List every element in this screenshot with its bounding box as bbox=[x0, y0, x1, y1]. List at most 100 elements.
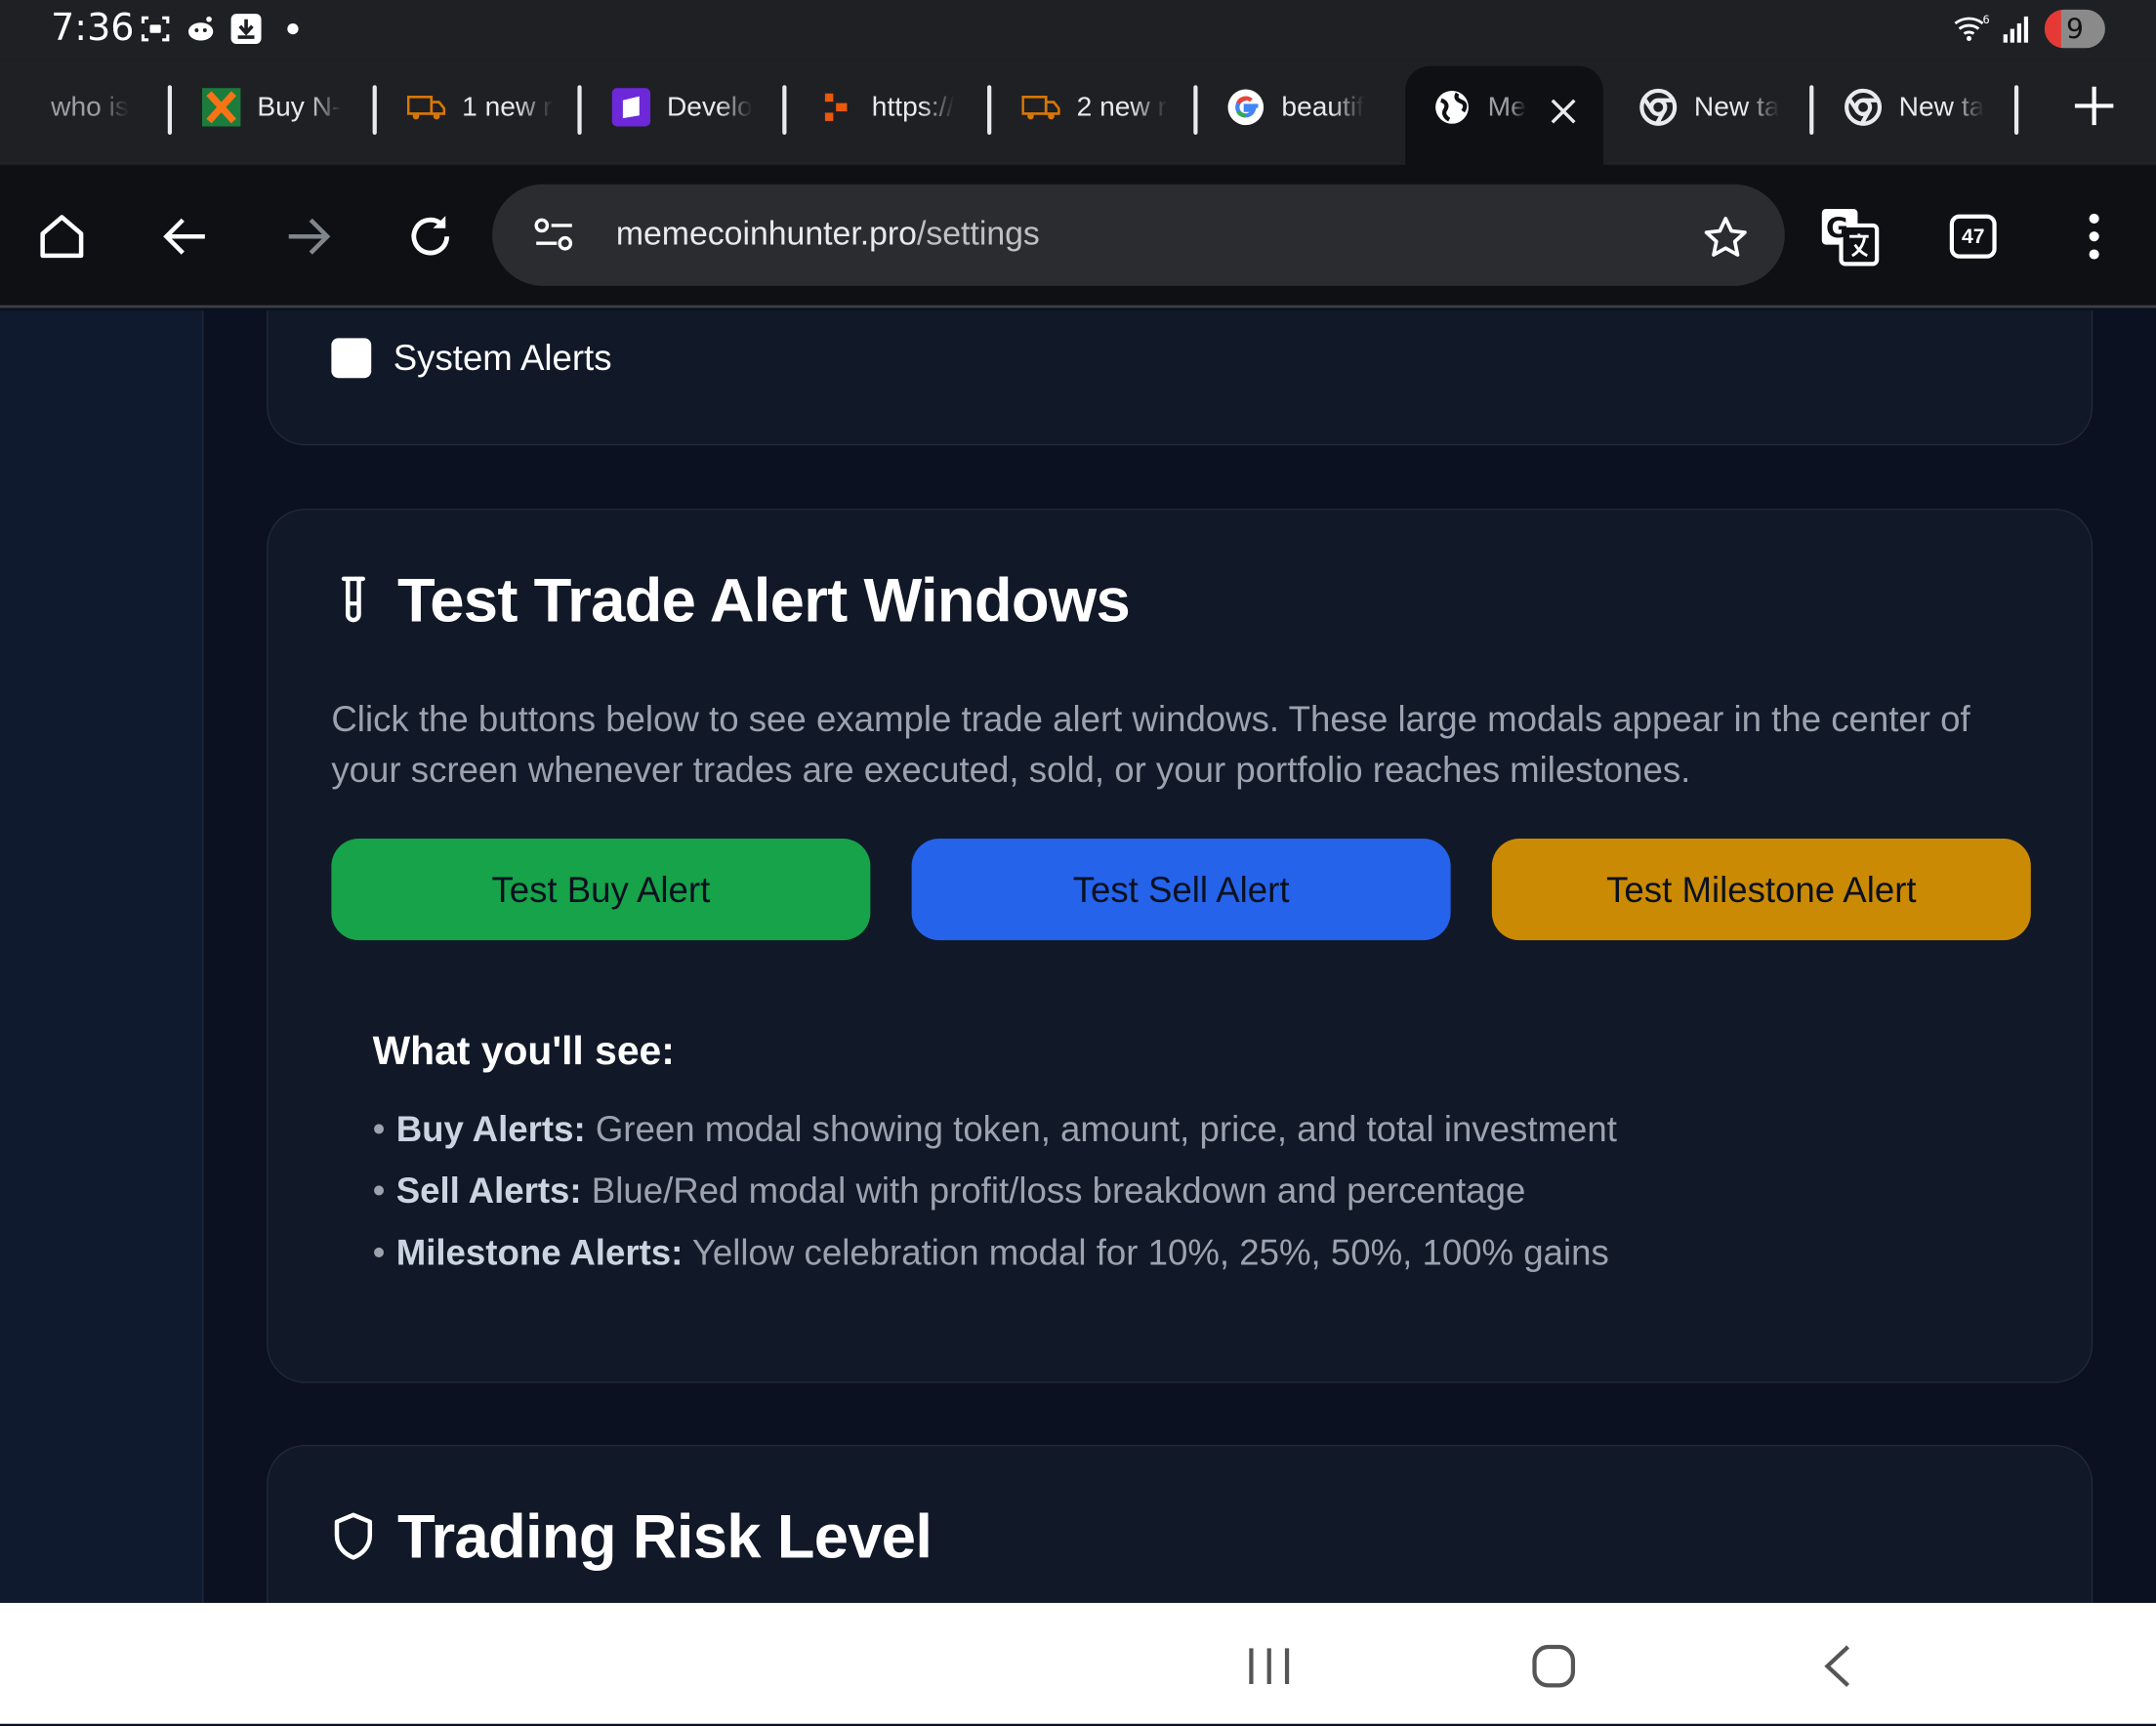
tab-label: https:// bbox=[871, 91, 955, 122]
chrome-icon bbox=[1639, 88, 1678, 126]
download-icon bbox=[230, 14, 262, 45]
tab-divider bbox=[782, 85, 787, 135]
tab-label: Develo bbox=[666, 91, 753, 122]
home-button[interactable] bbox=[34, 209, 89, 264]
tab-1[interactable]: who is bbox=[51, 80, 147, 135]
tab-9[interactable]: New ta bbox=[1639, 80, 1791, 135]
battery-icon: 9 bbox=[2044, 9, 2105, 49]
reddit-icon bbox=[187, 16, 214, 41]
tab-3[interactable]: 1 new r bbox=[406, 80, 559, 135]
card-title-text: Trading Risk Level bbox=[396, 1500, 933, 1572]
sidebar bbox=[0, 310, 204, 1603]
system-navigation-bar bbox=[0, 1602, 2156, 1724]
recent-apps-icon bbox=[1249, 1648, 1290, 1684]
menu-button[interactable] bbox=[2066, 209, 2121, 264]
tab-label: New ta bbox=[1898, 91, 1985, 122]
chrome-icon bbox=[1844, 88, 1883, 126]
tab-label: who is bbox=[51, 91, 129, 122]
tab-5[interactable]: https:// bbox=[816, 80, 968, 135]
tab-divider bbox=[167, 85, 173, 135]
translate-button[interactable]: G bbox=[1818, 205, 1882, 268]
bookmark-star-icon[interactable] bbox=[1702, 215, 1749, 262]
x-logo-icon bbox=[201, 88, 241, 127]
list-item-text: Green modal showing token, amount, price… bbox=[585, 1107, 1617, 1150]
page-content: System Alerts Test Trade Alert Windows C… bbox=[0, 310, 2156, 1603]
wifi-icon: 6 bbox=[1954, 14, 1990, 41]
list-item: • Sell Alerts: Blue/Red modal with profit… bbox=[372, 1170, 1526, 1212]
forward-button[interactable] bbox=[280, 209, 335, 264]
home-nav-button[interactable] bbox=[1530, 1644, 1577, 1688]
google-icon bbox=[1226, 88, 1265, 126]
test-milestone-alert-button[interactable]: Test Milestone Alert bbox=[1491, 838, 2031, 941]
device-screen: 7:36 6 9 who is Buy N- 1 new r Develo ht… bbox=[0, 0, 2156, 1724]
reload-icon bbox=[411, 216, 450, 256]
address-bar[interactable]: memecoinhunter.pro/settings bbox=[492, 184, 1785, 286]
signal-icon bbox=[2003, 16, 2029, 43]
svg-text:G: G bbox=[1826, 213, 1848, 245]
arrow-left-icon bbox=[163, 218, 205, 255]
site-settings-icon[interactable] bbox=[533, 217, 574, 253]
tab-label: 1 new r bbox=[462, 91, 553, 122]
url-host: memecoinhunter.pro bbox=[615, 216, 917, 254]
tab-divider bbox=[1809, 85, 1814, 135]
recent-apps-button[interactable] bbox=[1246, 1644, 1293, 1688]
tab-6[interactable]: 2 new r bbox=[1021, 80, 1173, 135]
close-tab-icon[interactable] bbox=[1549, 97, 1579, 127]
list-item-term: Sell Alerts: bbox=[395, 1170, 582, 1212]
test-alerts-card: Test Trade Alert Windows Click the butto… bbox=[267, 509, 2094, 1383]
system-alerts-checkbox[interactable] bbox=[331, 338, 372, 379]
truck-icon bbox=[406, 88, 446, 126]
tab-4[interactable]: Develo bbox=[611, 80, 764, 135]
tab-divider bbox=[1193, 85, 1198, 135]
url-text[interactable]: memecoinhunter.pro/settings bbox=[616, 216, 1040, 254]
what-youll-see-heading: What you'll see: bbox=[372, 1029, 675, 1074]
test-buy-alert-button[interactable]: Test Buy Alert bbox=[331, 838, 871, 941]
truck-icon bbox=[1021, 88, 1060, 126]
list-item-term: Milestone Alerts: bbox=[395, 1231, 684, 1273]
tab-switcher-button[interactable]: 47 bbox=[1949, 214, 1997, 259]
back-button[interactable] bbox=[158, 209, 213, 264]
tab-label: 2 new r bbox=[1076, 91, 1167, 122]
tab-7[interactable]: beautif bbox=[1226, 80, 1378, 135]
url-path: /settings bbox=[916, 216, 1040, 254]
list-item-term: Buy Alerts: bbox=[395, 1107, 586, 1150]
reload-button[interactable] bbox=[403, 209, 458, 264]
new-tab-plus-icon[interactable] bbox=[2071, 82, 2118, 129]
tab-label: beautif bbox=[1281, 91, 1364, 122]
translate-icon: G bbox=[1821, 209, 1880, 267]
chevron-left-icon bbox=[1824, 1645, 1850, 1687]
home-circle-icon bbox=[1532, 1644, 1576, 1688]
tab-2[interactable]: Buy N- bbox=[201, 80, 353, 135]
screenshot-icon bbox=[141, 16, 170, 42]
test-alerts-title: Test Trade Alert Windows bbox=[331, 564, 1131, 637]
tab-strip: who is Buy N- 1 new r Develo https:// 2 … bbox=[0, 60, 2156, 165]
battery-level: 9 bbox=[2065, 12, 2084, 46]
more-vert-icon bbox=[2089, 213, 2099, 260]
test-sell-alert-button[interactable]: Test Sell Alert bbox=[911, 838, 1451, 941]
trading-risk-title: Trading Risk Level bbox=[331, 1500, 933, 1573]
notification-settings-card: System Alerts bbox=[267, 310, 2094, 446]
tab-10[interactable]: New ta bbox=[1844, 80, 1995, 135]
home-icon bbox=[40, 215, 84, 259]
card-title-text: Test Trade Alert Windows bbox=[396, 564, 1131, 636]
tab-label: New ta bbox=[1693, 91, 1780, 122]
alert-types-list: • Buy Alerts: Green modal showing token, … bbox=[373, 1104, 1617, 1290]
globe-icon bbox=[1432, 88, 1471, 126]
trading-risk-card: Trading Risk Level bbox=[267, 1444, 2094, 1603]
test-alerts-description: Click the buttons below to see example t… bbox=[331, 698, 1970, 791]
list-item: • Buy Alerts: Green modal showing token, … bbox=[372, 1107, 1617, 1150]
tab-label: Me bbox=[1487, 91, 1526, 122]
tab-divider bbox=[2013, 85, 2019, 135]
wifi-badge: 6 bbox=[1983, 14, 1990, 26]
status-time: 7:36 bbox=[51, 7, 135, 50]
status-bar: 7:36 6 9 bbox=[0, 0, 2156, 61]
notification-dot bbox=[287, 22, 299, 35]
back-nav-button[interactable] bbox=[1818, 1644, 1859, 1688]
orange-shape-icon bbox=[816, 88, 854, 126]
system-alerts-label: System Alerts bbox=[393, 336, 612, 379]
system-alerts-row[interactable]: System Alerts bbox=[331, 336, 612, 380]
tab-8-active[interactable]: Me bbox=[1432, 80, 1529, 135]
list-item: • Milestone Alerts: Yellow celebration mo… bbox=[372, 1231, 1609, 1273]
browser-toolbar: memecoinhunter.pro/settings G 47 bbox=[0, 164, 2156, 308]
purple-square-icon bbox=[611, 88, 651, 127]
